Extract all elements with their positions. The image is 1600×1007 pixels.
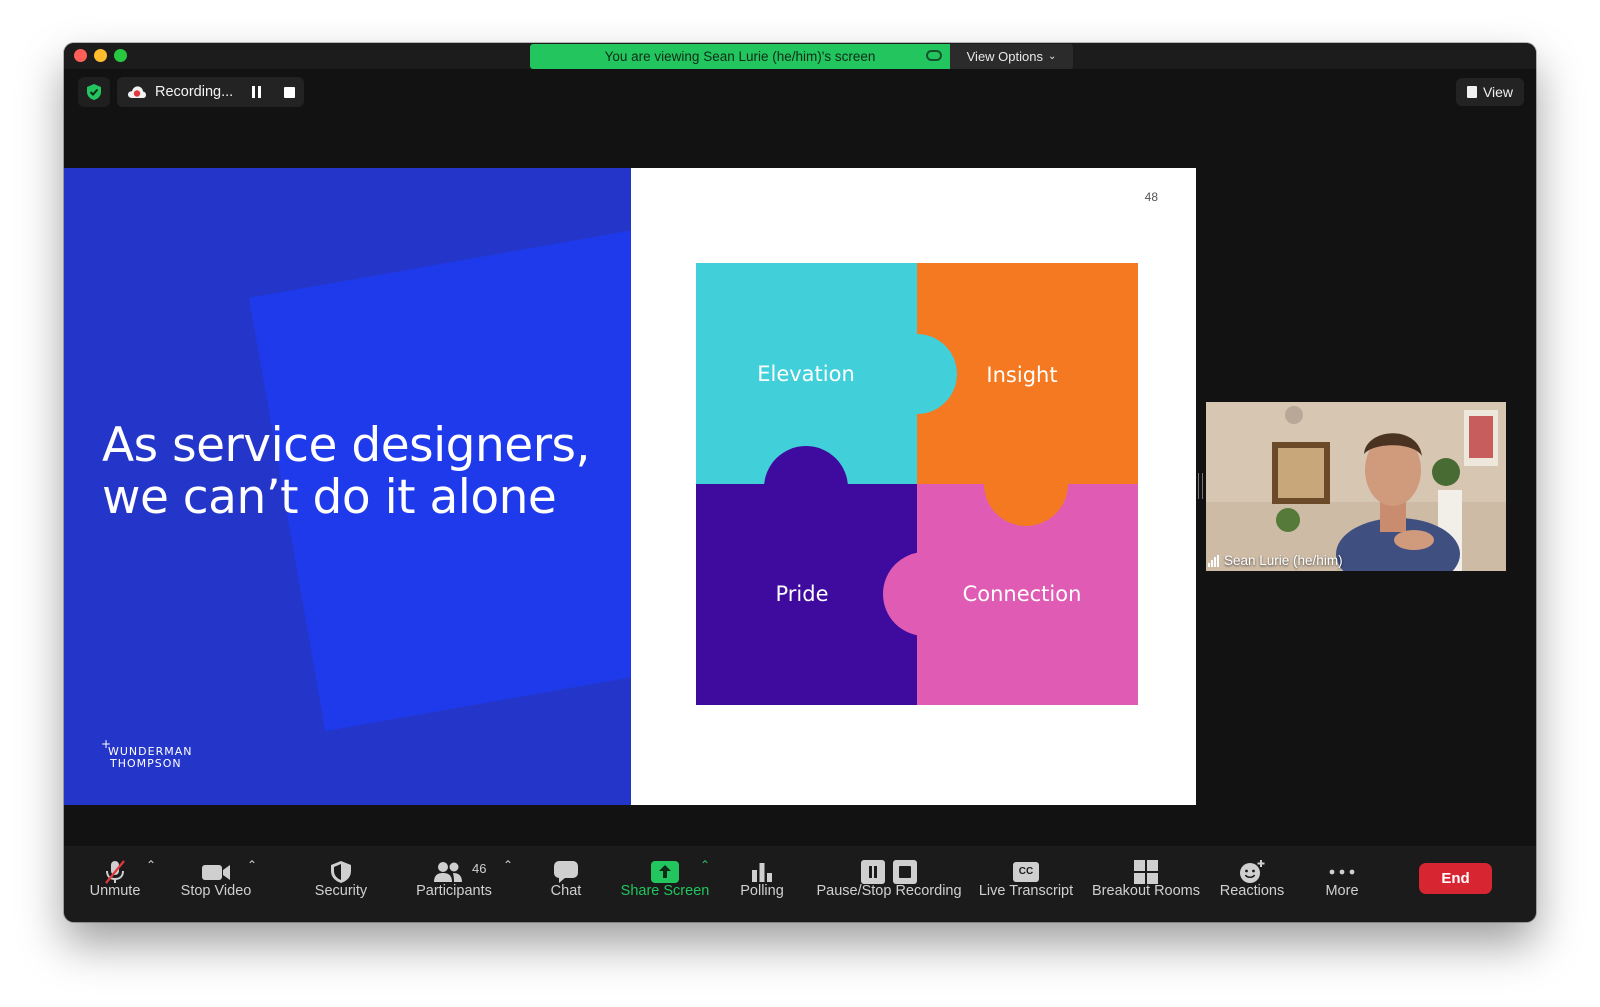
- video-panel-resize-handle[interactable]: [1198, 473, 1203, 499]
- view-options-button[interactable]: View Options ⌄: [950, 44, 1073, 69]
- security-label: Security: [314, 883, 368, 899]
- cloud-recording-icon: [127, 85, 147, 99]
- recording-label: Recording...: [155, 84, 234, 100]
- pride-tab: [764, 446, 848, 530]
- participant-video-image: [1206, 402, 1506, 571]
- share-screen-label: Share Screen: [620, 883, 710, 899]
- security-button[interactable]: Security: [308, 846, 374, 922]
- fullscreen-window-button[interactable]: [114, 49, 127, 62]
- end-meeting-button[interactable]: End: [1419, 863, 1492, 894]
- title-bar: You are viewing Sean Lurie (he/him)'s sc…: [64, 43, 1536, 69]
- signal-strength-icon: [1208, 554, 1219, 567]
- end-meeting-label: End: [1441, 870, 1470, 887]
- meeting-controls-toolbar: Unmute ⌃ Stop Video ⌃ Security 46 Partic…: [64, 846, 1536, 922]
- chat-bubble-icon: [553, 859, 579, 885]
- participant-name-label: Sean Lurie (he/him): [1208, 553, 1343, 568]
- wunderman-thompson-logo: + WUNDERMAN THOMPSON: [101, 738, 192, 770]
- live-transcript-label: Live Transcript: [978, 883, 1074, 899]
- logo-line-2: THOMPSON: [110, 757, 182, 770]
- screen-share-banner: You are viewing Sean Lurie (he/him)'s sc…: [530, 44, 950, 69]
- participants-caret-icon[interactable]: ⌃: [503, 858, 513, 872]
- close-window-button[interactable]: [74, 49, 87, 62]
- more-label: More: [1325, 883, 1359, 899]
- audio-options-caret-icon[interactable]: ⌃: [146, 858, 156, 872]
- view-icon: [1466, 86, 1477, 98]
- pause-stop-recording-icons: [861, 859, 917, 885]
- microphone-muted-icon: [102, 859, 128, 885]
- puzzle-diagram: Elevation Insight Pride Connection: [696, 263, 1138, 705]
- puzzle-label-elevation: Elevation: [757, 362, 855, 386]
- puzzle-graphic: [696, 263, 1138, 705]
- video-camera-icon: [201, 859, 231, 885]
- shared-slide-right-panel: 48 Elevation Insight Pride Connection: [631, 168, 1196, 805]
- encryption-shield-icon[interactable]: [78, 77, 110, 107]
- pause-stop-recording-label: Pause/Stop Recording: [816, 883, 962, 899]
- puzzle-label-pride: Pride: [775, 582, 829, 606]
- cloud-icon: [926, 50, 942, 61]
- reactions-button[interactable]: Reactions: [1216, 846, 1288, 922]
- participants-icon: [434, 859, 463, 885]
- slide-headline: As service designers, we can’t do it alo…: [102, 420, 622, 524]
- stop-video-button[interactable]: Stop Video: [175, 846, 257, 922]
- live-transcript-button[interactable]: CC Live Transcript: [978, 846, 1074, 922]
- recording-indicator: Recording...: [117, 77, 304, 107]
- connection-tab: [883, 552, 967, 636]
- view-label: View: [1482, 84, 1514, 100]
- participant-count: 46: [472, 861, 487, 876]
- video-options-caret-icon[interactable]: ⌃: [247, 858, 257, 872]
- breakout-rooms-label: Breakout Rooms: [1092, 883, 1200, 899]
- elevation-tab: [877, 334, 957, 414]
- participant-video-tile[interactable]: Sean Lurie (he/him): [1206, 402, 1506, 571]
- participant-name: Sean Lurie (he/him): [1224, 553, 1343, 568]
- pause-recording-icon[interactable]: [250, 85, 264, 99]
- view-options-label: View Options: [966, 49, 1043, 64]
- shared-slide-left-panel: As service designers, we can’t do it alo…: [64, 168, 631, 805]
- cc-badge: CC: [1013, 862, 1039, 882]
- security-shield-icon: [330, 859, 352, 885]
- view-layout-button[interactable]: View: [1456, 78, 1524, 106]
- insight-tab: [984, 442, 1068, 526]
- more-button[interactable]: More: [1314, 846, 1370, 922]
- logo-star-icon: +: [101, 737, 113, 751]
- participants-button[interactable]: 46 Participants: [408, 846, 500, 922]
- stop-video-label: Stop Video: [180, 883, 252, 899]
- stop-recording-icon[interactable]: [282, 85, 296, 99]
- zoom-meeting-window: You are viewing Sean Lurie (he/him)'s sc…: [64, 43, 1536, 922]
- polling-button[interactable]: Polling: [731, 846, 793, 922]
- unmute-button[interactable]: Unmute: [80, 846, 150, 922]
- share-screen-button[interactable]: Share Screen: [619, 846, 711, 922]
- chat-button[interactable]: Chat: [540, 846, 592, 922]
- slide-headline-line-1: As service designers,: [102, 418, 590, 473]
- chat-label: Chat: [550, 883, 582, 899]
- slide-headline-line-2: we can’t do it alone: [102, 470, 557, 525]
- puzzle-label-connection: Connection: [962, 582, 1082, 606]
- share-banner-text: You are viewing Sean Lurie (he/him)'s sc…: [604, 49, 876, 64]
- reactions-smiley-icon: [1239, 859, 1265, 885]
- chevron-down-icon: ⌄: [1047, 51, 1057, 62]
- closed-caption-icon: CC: [1013, 859, 1039, 885]
- polling-label: Polling: [740, 883, 784, 899]
- polling-chart-icon: [751, 859, 773, 885]
- slide-page-number: 48: [1144, 190, 1158, 204]
- share-options-caret-icon[interactable]: ⌃: [700, 858, 710, 872]
- reactions-label: Reactions: [1219, 883, 1285, 899]
- minimize-window-button[interactable]: [94, 49, 107, 62]
- breakout-rooms-button[interactable]: Breakout Rooms: [1091, 846, 1201, 922]
- more-dots-icon: [1329, 859, 1355, 885]
- participants-label: Participants: [416, 883, 492, 899]
- share-screen-arrow-icon: [651, 859, 679, 885]
- pause-stop-recording-button[interactable]: Pause/Stop Recording: [814, 846, 964, 922]
- puzzle-label-insight: Insight: [986, 363, 1058, 387]
- unmute-label: Unmute: [89, 883, 141, 899]
- breakout-rooms-icon: [1134, 859, 1158, 885]
